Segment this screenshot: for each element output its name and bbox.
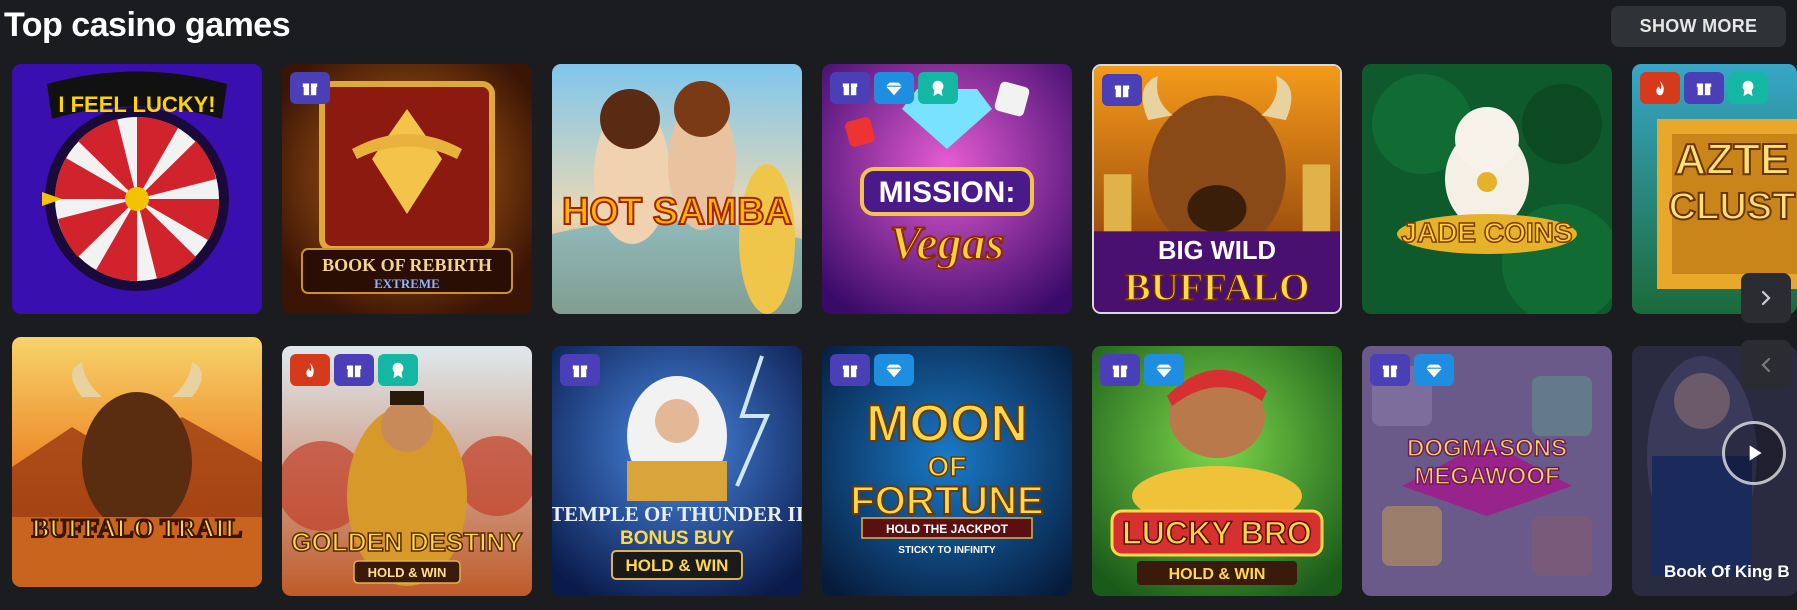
game-tile-dogmasons[interactable]: DOGMASONS MEGAWOOF	[1362, 346, 1612, 596]
svg-text:TEMPLE OF THUNDER II: TEMPLE OF THUNDER II	[552, 502, 802, 526]
game-tile-lucky-bro[interactable]: LUCKY BRO HOLD & WIN	[1092, 346, 1342, 596]
game-tile-i-feel-lucky[interactable]: I FEEL LUCKY!	[12, 64, 262, 314]
gift-icon	[1102, 74, 1142, 106]
game-badges	[290, 354, 418, 386]
award-icon	[918, 72, 958, 104]
svg-text:STICKY TO INFINITY: STICKY TO INFINITY	[898, 545, 996, 556]
game-thumbnail: I FEEL LUCKY!	[12, 64, 262, 314]
svg-text:GOLDEN DESTINY: GOLDEN DESTINY	[291, 527, 522, 557]
gift-icon	[1684, 72, 1724, 104]
game-tile-mission-vegas[interactable]: MISSION: Vegas	[822, 64, 1072, 314]
flame-icon	[1640, 72, 1680, 104]
flame-icon	[290, 354, 330, 386]
svg-text:BONUS BUY: BONUS BUY	[620, 528, 734, 549]
svg-text:MEGAWOOF: MEGAWOOF	[1414, 463, 1559, 490]
game-badges	[560, 354, 600, 386]
svg-text:DOGMASONS: DOGMASONS	[1407, 435, 1567, 462]
game-badges	[1640, 72, 1768, 104]
carousel-prev-button[interactable]	[1741, 340, 1791, 390]
game-tile-moon-of-fortune[interactable]: MOON OF FORTUNE HOLD THE JACKPOT STICKY …	[822, 346, 1072, 596]
game-tile-jade-coins[interactable]: JADE COINS	[1362, 64, 1612, 314]
gift-icon	[560, 354, 600, 386]
svg-text:BOOK OF REBIRTH: BOOK OF REBIRTH	[322, 255, 492, 275]
game-thumbnail: BUFFALO TRAIL	[12, 337, 262, 587]
svg-text:MOON: MOON	[866, 395, 1028, 453]
award-icon	[378, 354, 418, 386]
game-badges	[1100, 354, 1184, 386]
carousel-next-button[interactable]	[1741, 273, 1791, 323]
game-thumbnail: JADE COINS	[1362, 64, 1612, 314]
gift-icon	[830, 72, 870, 104]
game-badges	[1370, 354, 1454, 386]
svg-text:I FEEL LUCKY!: I FEEL LUCKY!	[58, 92, 215, 117]
svg-text:HOLD & WIN: HOLD & WIN	[1169, 566, 1266, 583]
svg-text:LUCKY BRO: LUCKY BRO	[1122, 515, 1312, 551]
game-badges	[290, 72, 330, 104]
gift-icon	[1370, 354, 1410, 386]
svg-text:BIG WILD: BIG WILD	[1158, 237, 1276, 265]
gem-icon	[1414, 354, 1454, 386]
gift-icon	[334, 354, 374, 386]
svg-text:JADE COINS: JADE COINS	[1401, 217, 1572, 248]
svg-text:HOLD & WIN: HOLD & WIN	[626, 556, 729, 575]
game-title: Book Of King B	[1664, 562, 1790, 581]
svg-text:BUFFALO TRAIL: BUFFALO TRAIL	[32, 514, 243, 543]
play-icon	[1749, 445, 1762, 461]
game-tile-book-of-rebirth[interactable]: BOOK OF REBIRTH EXTREME	[282, 64, 532, 314]
game-tile-big-wild-buffalo[interactable]: BIG WILD BUFFALO	[1092, 64, 1342, 314]
game-thumbnail: HOT SAMBA	[552, 64, 802, 314]
chevron-left-icon	[1761, 357, 1771, 373]
svg-text:HOT SAMBA: HOT SAMBA	[562, 191, 792, 233]
svg-text:MISSION:: MISSION:	[879, 176, 1016, 209]
svg-text:HOLD THE JACKPOT: HOLD THE JACKPOT	[886, 522, 1009, 536]
gem-icon	[874, 72, 914, 104]
svg-text:BUFFALO: BUFFALO	[1124, 265, 1309, 309]
svg-text:OF: OF	[928, 451, 967, 482]
svg-text:AZTE: AZTE	[1675, 135, 1790, 184]
svg-text:CLUST: CLUST	[1669, 186, 1796, 228]
svg-text:HOLD & WIN: HOLD & WIN	[368, 565, 447, 580]
gem-icon	[874, 354, 914, 386]
game-tile-hot-samba[interactable]: HOT SAMBA	[552, 64, 802, 314]
svg-text:FORTUNE: FORTUNE	[850, 479, 1043, 523]
gift-icon	[830, 354, 870, 386]
game-tile-temple-of-thunder[interactable]: TEMPLE OF THUNDER II BONUS BUY HOLD & WI…	[552, 346, 802, 596]
game-tile-buffalo-trail[interactable]: BUFFALO TRAIL	[12, 337, 262, 587]
game-tile-golden-destiny[interactable]: GOLDEN DESTINY HOLD & WIN	[282, 346, 532, 596]
svg-text:Vegas: Vegas	[890, 217, 1005, 270]
award-icon	[1728, 72, 1768, 104]
gem-icon	[1144, 354, 1184, 386]
svg-text:EXTREME: EXTREME	[374, 276, 440, 291]
game-badges	[830, 354, 914, 386]
games-grid: I FEEL LUCKY! BOOK OF REBIRTH EXTREME HO…	[0, 0, 1797, 610]
game-badges	[830, 72, 958, 104]
gift-icon	[1100, 354, 1140, 386]
play-button[interactable]	[1722, 421, 1786, 485]
chevron-right-icon	[1761, 290, 1771, 306]
gift-icon	[290, 72, 330, 104]
game-badges	[1102, 74, 1142, 106]
